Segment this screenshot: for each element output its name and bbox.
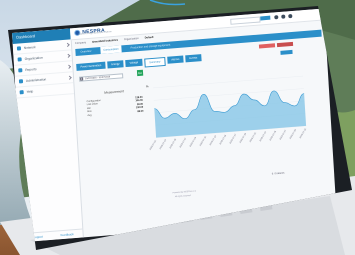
report-icon xyxy=(18,68,23,73)
export-button[interactable] xyxy=(280,49,293,55)
x-tick-label: 2016-07-17 xyxy=(230,133,238,144)
x-tick-label: 2016-07-27 xyxy=(280,129,288,140)
settings-icon[interactable] xyxy=(281,14,286,19)
chevron-right-icon xyxy=(64,42,69,47)
x-tick-label: 2016-07-25 xyxy=(270,130,278,141)
site-label: Organization xyxy=(123,36,139,41)
delete-button[interactable] xyxy=(258,43,276,49)
stats-title: Measurement xyxy=(104,89,124,95)
org-icon xyxy=(17,57,22,62)
sidebar-item-label: Administration xyxy=(25,77,47,83)
x-tick-label: 2016-07-15 xyxy=(220,134,228,145)
sidebar-item-label: Network xyxy=(23,45,36,51)
user-icon[interactable] xyxy=(288,13,293,18)
x-tick-label: 2016-07-21 xyxy=(250,132,258,143)
sidebar-item-label: Reports xyxy=(25,67,37,72)
consumption-chart: 2016-07-01 2016-07-03 2016-07-05 2016-07-07… xyxy=(150,75,308,151)
x-tick-label: 2016-07-29 xyxy=(290,128,298,139)
x-tick-label: 2016-07-23 xyxy=(260,131,268,142)
chevron-right-icon xyxy=(66,64,70,69)
x-tick-label: 2016-07-31 xyxy=(300,128,308,139)
feedback-link[interactable]: Feedback xyxy=(60,232,73,237)
stat-label: Avg xyxy=(87,113,92,117)
help-icon xyxy=(19,90,24,95)
x-tick-label: 2016-07-11 xyxy=(200,136,208,147)
x-tick-label: 2016-07-03 xyxy=(160,139,168,150)
tab-production[interactable]: Production and storage equipment xyxy=(128,43,174,50)
grid-line xyxy=(153,88,304,101)
site-value[interactable]: Default xyxy=(145,35,154,39)
tab-summary[interactable]: Summary xyxy=(143,56,166,68)
close-button[interactable] xyxy=(276,41,294,48)
x-tick-label: 2016-07-01 xyxy=(150,139,158,150)
tab-consumption[interactable]: Consumption xyxy=(100,45,122,55)
footer-line-2: All rights reserved xyxy=(174,194,191,199)
calendar-icon xyxy=(80,77,84,81)
x-tick-label: 2016-07-13 xyxy=(210,135,218,146)
sidebar-item-label: Organization xyxy=(24,55,43,61)
tab-power[interactable]: Power Generation xyxy=(76,61,106,71)
tab-energy[interactable]: Energy xyxy=(107,60,124,69)
chevron-right-icon xyxy=(66,75,71,80)
company-label: Company xyxy=(74,40,87,45)
stats-panel: Measurement Configuration 128.00 Last va… xyxy=(86,88,144,117)
x-tick-label: 2016-07-07 xyxy=(180,137,188,148)
search-button[interactable] xyxy=(260,15,271,20)
sidebar-item-label: Help xyxy=(26,89,34,94)
company-value[interactable]: Greenfield Industries xyxy=(92,38,118,43)
x-tick-label: 2016-07-19 xyxy=(240,132,248,143)
grid-line xyxy=(153,75,304,89)
stat-value: 88.00 xyxy=(137,109,144,113)
tab-alarms[interactable]: Alarms xyxy=(167,55,184,64)
admin-icon xyxy=(18,79,24,84)
go-button[interactable]: Go xyxy=(136,69,144,77)
total-note: 0 / 0 alarms xyxy=(271,171,285,176)
tab-voltage[interactable]: Voltage xyxy=(125,58,143,68)
search-input[interactable] xyxy=(230,15,261,25)
network-icon xyxy=(16,46,22,51)
logout-link[interactable]: Logout xyxy=(33,235,42,240)
secondary-tabs: Power Generation Energy Voltage Summary … xyxy=(76,54,202,71)
x-tick-label: 2016-07-05 xyxy=(170,138,178,149)
notification-icon[interactable] xyxy=(274,14,279,19)
tab-events[interactable]: Events xyxy=(185,54,202,63)
x-tick-label: 2016-07-09 xyxy=(190,136,198,147)
unit-label: % xyxy=(145,84,149,89)
chevron-right-icon xyxy=(65,53,70,58)
tab-overview[interactable]: Overview xyxy=(77,50,94,54)
series-area xyxy=(154,90,307,138)
footer-line-1: Powered by NESPRA v2.4 xyxy=(172,190,197,195)
date-range-input[interactable]: 01/07/2016 - 31/07/2016 xyxy=(78,73,124,82)
